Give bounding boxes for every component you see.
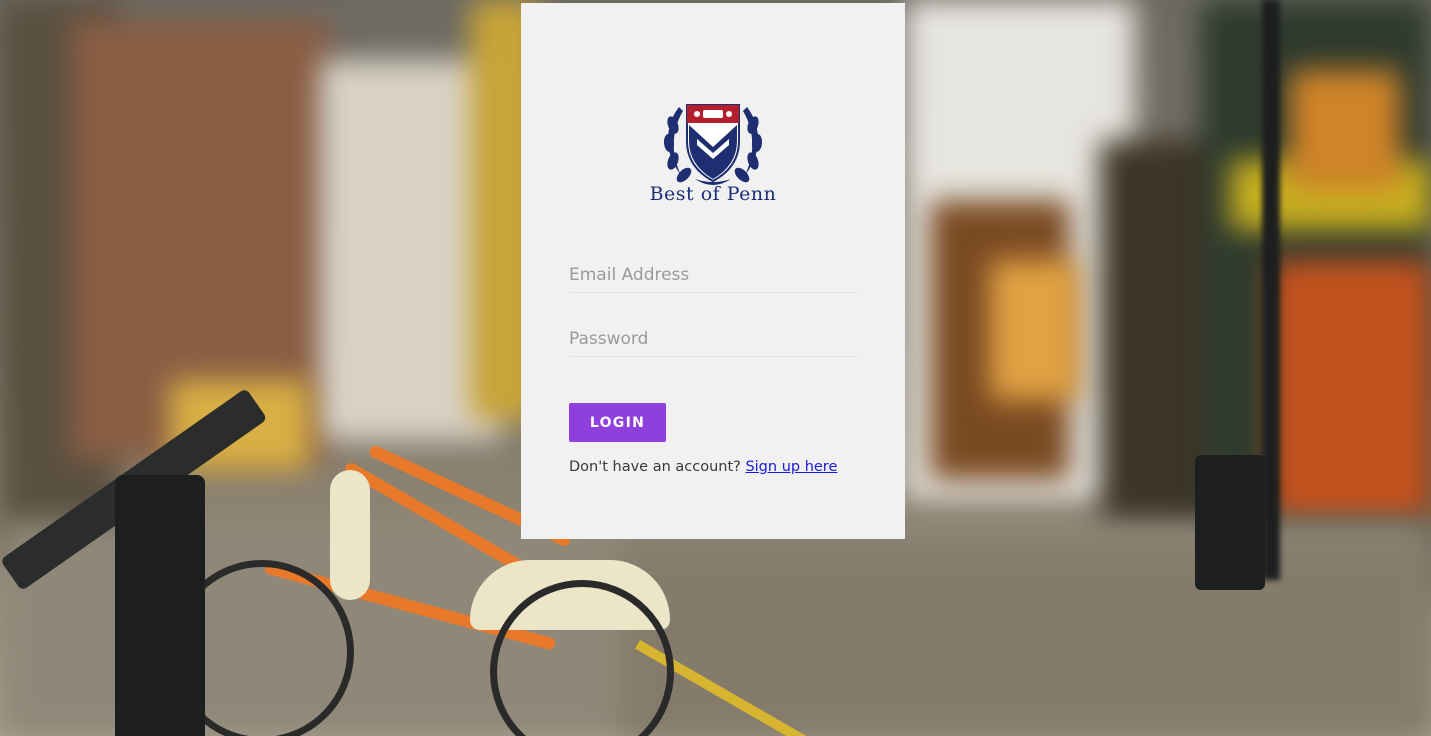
signup-prompt-text: Don't have an account? <box>569 459 741 475</box>
email-field[interactable] <box>569 258 859 293</box>
signup-prompt-row: Don't have an account? Sign up here <box>569 459 837 475</box>
brand-name: Best of Penn <box>649 183 777 205</box>
password-field[interactable] <box>569 322 859 357</box>
signup-link[interactable]: Sign up here <box>745 459 837 475</box>
login-card: Best of Penn LOGIN Don't have an account… <box>521 3 905 539</box>
login-button[interactable]: LOGIN <box>569 403 666 442</box>
